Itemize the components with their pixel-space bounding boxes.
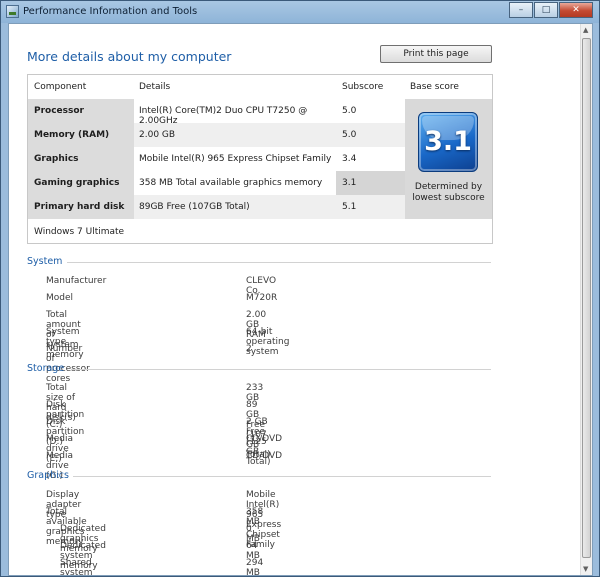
print-page-button[interactable]: Print this page [380,45,492,63]
component-cell: Memory (RAM) [28,123,134,147]
component-cell: Primary hard disk [28,195,134,219]
section-divider [71,369,491,370]
table-row: Processor Intel(R) Core(TM)2 Duo CPU T72… [28,99,405,126]
score-table: Component Details Subscore Base score Pr… [27,74,493,244]
subscore-cell: 3.4 [342,154,357,164]
details-cell: 2.00 GB [134,123,336,147]
details-cell: Intel(R) Core(TM)2 Duo CPU T7250 @ 2.00G… [139,106,308,126]
detail-value: 2 [246,344,252,354]
window-title: Performance Information and Tools [23,6,198,17]
detail-value: CD/DVD [246,451,283,461]
subscore-cell: 5.1 [336,195,405,219]
table-row: Primary hard disk 89GB Free (107GB Total… [28,195,405,219]
header-details: Details [139,82,171,92]
component-cell: Graphics [28,147,134,171]
subscore-cell: 5.0 [336,123,405,147]
base-score-note: Determined by lowest subscore [412,182,485,203]
base-score-panel: 3.1 Determined by lowest subscore [405,99,492,219]
detail-value: M720R [246,293,278,303]
component-cell: Processor [28,99,134,123]
component-cell: Gaming graphics [28,171,134,195]
table-row: Graphics Mobile Intel(R) 965 Express Chi… [28,147,405,171]
page-title: More details about my computer [27,49,232,64]
detail-value: 294 MB [246,558,264,576]
scroll-down-icon[interactable]: ▼ [583,565,588,573]
details-cell: 358 MB Total available graphics memory [139,178,323,188]
section-graphics-title: Graphics [27,470,69,481]
windows-edition: Windows 7 Ultimate [34,227,125,237]
header-base-score: Base score [410,82,459,92]
performance-app-icon [6,5,19,18]
lowest-subscore-cell: 3.1 [336,171,405,195]
detail-label: Manufacturer [46,276,107,286]
details-cell: 89GB Free (107GB Total) [134,195,336,219]
table-row: Memory (RAM) 2.00 GB 5.0 [28,123,405,147]
section-system-title: System [27,256,63,267]
table-row: Gaming graphics 358 MB Total available g… [28,171,405,195]
base-score-badge-icon: 3.1 [418,112,478,172]
minimize-button[interactable]: – [509,2,533,18]
base-score-value: 3.1 [424,126,472,157]
close-button[interactable]: ✕ [559,2,593,18]
section-divider [73,476,491,477]
subscore-cell: 5.0 [342,106,357,116]
scroll-thumb[interactable] [582,38,591,558]
scroll-up-icon[interactable]: ▲ [583,26,588,34]
vertical-scrollbar[interactable]: ▲ ▼ [580,24,592,575]
maximize-button[interactable]: □ [534,2,558,18]
header-subscore: Subscore [342,82,384,92]
client-area: More details about my computer Print thi… [8,23,593,576]
detail-label: Model [46,293,74,303]
score-table-header: Component Details Subscore Base score [28,75,492,99]
details-cell: Mobile Intel(R) 965 Express Chipset Fami… [139,154,332,164]
header-component: Component [34,82,87,92]
detail-value: 64-bit operating system [246,327,290,357]
detail-value: CD/DVD [246,434,283,444]
performance-window: Performance Information and Tools – □ ✕ … [0,0,600,577]
section-storage-title: Storage [27,363,65,374]
detail-label: Shared system memory [60,558,93,576]
title-bar[interactable]: Performance Information and Tools – □ ✕ [1,1,599,23]
caption-buttons: – □ ✕ [508,2,593,18]
section-divider [67,262,491,263]
